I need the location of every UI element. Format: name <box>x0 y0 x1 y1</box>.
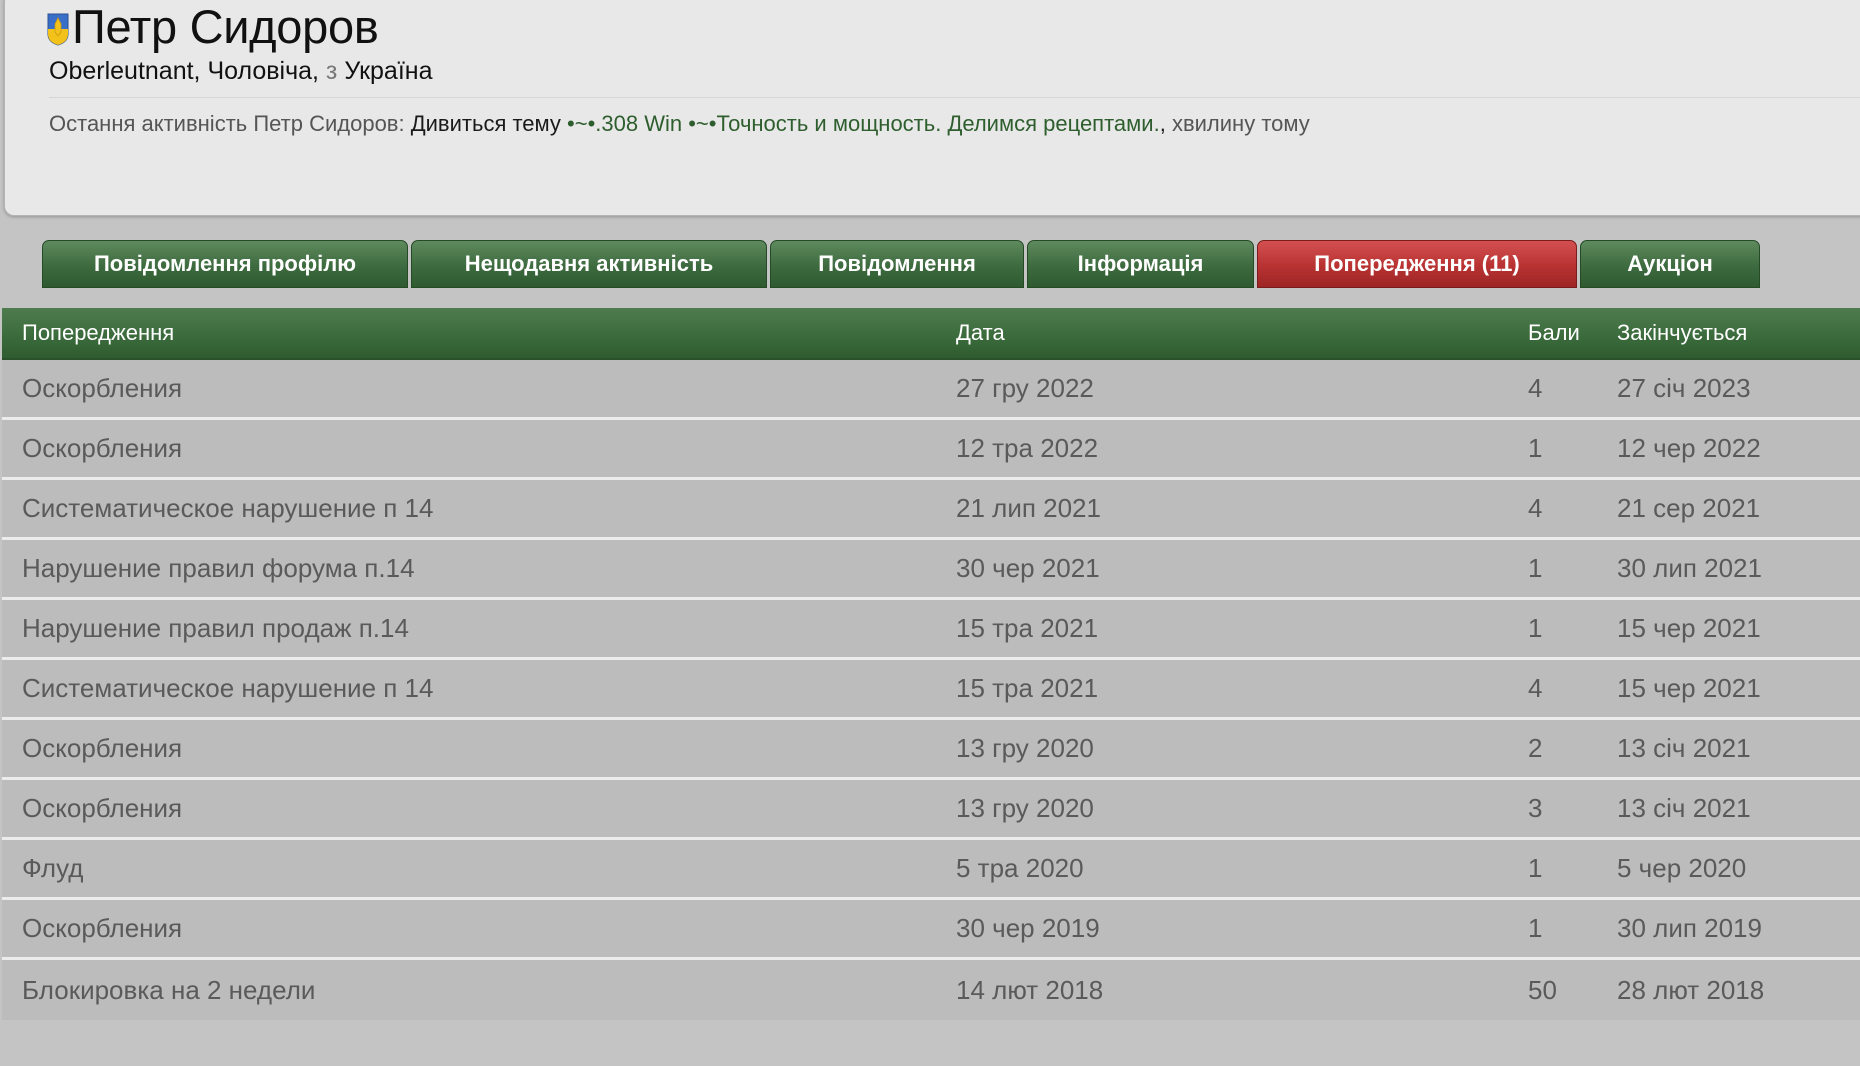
tab-postings[interactable]: Повідомлення <box>770 240 1024 288</box>
warning-expires: 30 лип 2021 <box>1617 553 1762 583</box>
warning-expires: 13 січ 2021 <box>1617 793 1751 823</box>
warnings-table-header: Попередження Дата Бали Закінчується <box>2 308 1860 360</box>
warning-points: 4 <box>1528 373 1543 403</box>
header-expires: Закінчується <box>1617 320 1748 345</box>
warning-expires: 27 січ 2023 <box>1617 373 1751 403</box>
warning-expires: 28 лют 2018 <box>1617 974 1765 1005</box>
warning-name: Систематическое нарушение п 14 <box>22 673 434 703</box>
warning-points: 4 <box>1528 673 1543 703</box>
warning-date: 5 тра 2020 <box>956 853 1084 883</box>
warning-date: 30 чер 2021 <box>956 553 1100 583</box>
tab-warnings[interactable]: Попередження (11) <box>1257 240 1577 288</box>
header-warning: Попередження <box>22 320 175 345</box>
table-row[interactable]: Нарушение правил форума п.14 30 чер 2021… <box>2 540 1860 600</box>
profile-name-line: Петр Сидоров <box>47 0 379 54</box>
warning-points: 1 <box>1528 913 1543 943</box>
warning-date: 13 гру 2020 <box>956 793 1094 823</box>
ukraine-flag-shield-icon <box>47 13 69 46</box>
warning-points: 2 <box>1528 733 1543 763</box>
warning-points: 1 <box>1528 553 1543 583</box>
header-date: Дата <box>956 320 1005 345</box>
warning-name: Оскорбления <box>22 373 183 403</box>
warning-name: Блокировка на 2 недели <box>22 974 316 1005</box>
header-points: Бали <box>1528 320 1580 345</box>
warning-date: 14 лют 2018 <box>956 974 1104 1005</box>
warning-expires: 13 січ 2021 <box>1617 733 1751 763</box>
warning-name: Нарушение правил продаж п.14 <box>22 613 409 643</box>
profile-user-name: Петр Сидоров <box>72 0 379 53</box>
warning-date: 12 тра 2022 <box>956 433 1099 463</box>
warning-date: 13 гру 2020 <box>956 733 1094 763</box>
warning-points: 1 <box>1528 433 1543 463</box>
profile-gender: Чоловіча, <box>207 57 319 85</box>
warnings-table: Попередження Дата Бали Закінчується Оско… <box>2 308 1860 1020</box>
table-row[interactable]: Оскорбления 27 гру 2022 4 27 січ 2023 <box>2 360 1860 420</box>
warning-expires: 30 лип 2019 <box>1617 913 1762 943</box>
warning-points: 4 <box>1528 493 1543 523</box>
warning-date: 27 гру 2022 <box>956 373 1094 403</box>
profile-country-link[interactable]: Україна <box>344 57 432 85</box>
table-row[interactable]: Систематическое нарушение п 14 15 тра 20… <box>2 660 1860 720</box>
last-activity-separator: , <box>1159 111 1166 136</box>
warning-points: 1 <box>1528 613 1543 643</box>
warning-expires: 15 чер 2021 <box>1617 613 1761 643</box>
tab-profile-posts[interactable]: Повідомлення профілю <box>42 240 408 288</box>
last-activity-time: хвилину тому <box>1171 111 1310 136</box>
warning-date: 30 чер 2019 <box>956 913 1100 943</box>
warning-name: Нарушение правил форума п.14 <box>22 553 415 583</box>
warning-date: 21 лип 2021 <box>956 493 1101 523</box>
tab-information[interactable]: Інформація <box>1027 240 1254 288</box>
table-row[interactable]: Оскорбления 13 гру 2020 2 13 січ 2021 <box>2 720 1860 780</box>
warning-expires: 5 чер 2020 <box>1617 853 1747 883</box>
warning-name: Оскорбления <box>22 733 183 763</box>
profile-tabs: Повідомлення профілю Нещодавня активніст… <box>42 240 1763 288</box>
warning-name: Оскорбления <box>22 793 183 823</box>
profile-user-title: Oberleutnant, Чоловіча, з Україна <box>49 57 433 85</box>
warning-points: 50 <box>1528 974 1557 1005</box>
warnings-table-body: Оскорбления 27 гру 2022 4 27 січ 2023 Ос… <box>2 360 1860 1020</box>
tab-recent-activity[interactable]: Нещодавня активність <box>411 240 767 288</box>
last-activity-label: Остання активність Петр Сидоров: <box>49 111 405 136</box>
profile-from-word: з <box>325 57 338 85</box>
table-row[interactable]: Флуд 5 тра 2020 1 5 чер 2020 <box>2 840 1860 900</box>
warning-expires: 12 чер 2022 <box>1617 433 1761 463</box>
table-row[interactable]: Блокировка на 2 недели 14 лют 2018 50 28… <box>2 960 1860 1020</box>
warning-date: 15 тра 2021 <box>956 673 1099 703</box>
profile-divider <box>49 97 1860 98</box>
table-row[interactable]: Оскорбления 30 чер 2019 1 30 лип 2019 <box>2 900 1860 960</box>
warning-date: 15 тра 2021 <box>956 613 1099 643</box>
last-activity: Остання активність Петр Сидоров: Дивитьс… <box>49 111 1310 137</box>
warning-name: Оскорбления <box>22 913 183 943</box>
warning-name: Флуд <box>22 853 84 883</box>
last-activity-topic-link[interactable]: •~•.308 Win •~•Точность и мощность. Дели… <box>567 111 1160 136</box>
warning-points: 3 <box>1528 793 1543 823</box>
warning-expires: 15 чер 2021 <box>1617 673 1761 703</box>
warning-points: 1 <box>1528 853 1543 883</box>
profile-header: Петр Сидоров Oberleutnant, Чоловіча, з У… <box>4 0 1860 216</box>
table-row[interactable]: Оскорбления 13 гру 2020 3 13 січ 2021 <box>2 780 1860 840</box>
tab-auction[interactable]: Аукціон <box>1580 240 1760 288</box>
table-row[interactable]: Систематическое нарушение п 14 21 лип 20… <box>2 480 1860 540</box>
profile-rank: Oberleutnant <box>49 57 194 85</box>
table-row[interactable]: Нарушение правил продаж п.14 15 тра 2021… <box>2 600 1860 660</box>
warning-name: Систематическое нарушение п 14 <box>22 493 434 523</box>
warning-name: Оскорбления <box>22 433 183 463</box>
table-row[interactable]: Оскорбления 12 тра 2022 1 12 чер 2022 <box>2 420 1860 480</box>
warning-expires: 21 сер 2021 <box>1617 493 1761 523</box>
last-activity-action: Дивиться тему <box>410 111 561 136</box>
